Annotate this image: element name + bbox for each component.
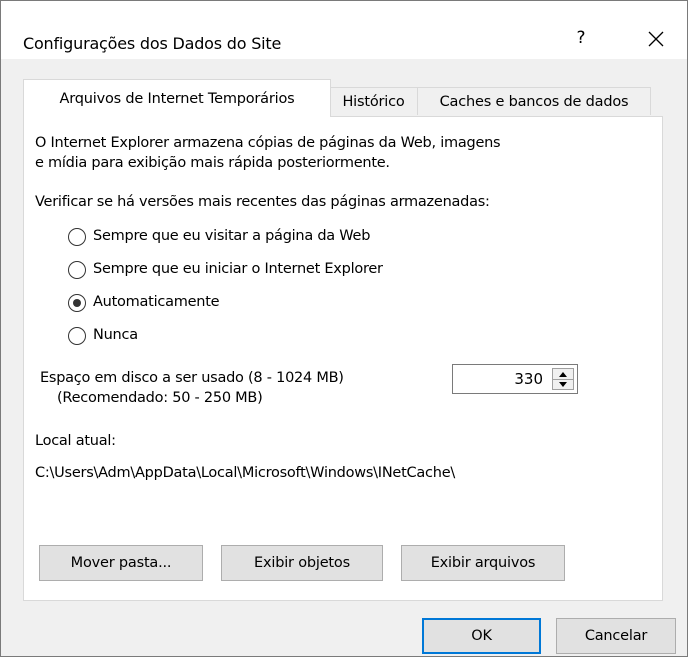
radio-button[interactable] [68,327,86,345]
move-folder-button[interactable]: Mover pasta... [39,545,203,581]
radio-label: Automaticamente [93,294,220,310]
radio-label: Sempre que eu visitar a página da Web [93,228,371,244]
spin-up-arrow-icon[interactable] [553,369,573,379]
cancel-button[interactable]: Cancelar [556,618,676,654]
spin-down-arrow-icon[interactable] [553,379,573,390]
view-files-button[interactable]: Exibir arquivos [401,545,565,581]
disk-space-value[interactable]: 330 [514,370,543,388]
tab-history[interactable]: Histórico [329,87,418,115]
ok-button[interactable]: OK [422,618,541,654]
radio-label: Nunca [93,327,138,343]
title-bar: Configurações dos Dados do Site ? [1,1,687,59]
current-location-label: Local atual: [35,433,116,449]
help-button[interactable]: ? [561,23,601,53]
disk-space-recommended: (Recomendado: 50 - 250 MB) [57,390,263,406]
radio-button[interactable] [68,261,86,279]
disk-space-spinbox[interactable]: 330 [452,364,578,394]
description-line-1: O Internet Explorer armazena cópias de p… [35,135,501,151]
check-versions-label: Verificar se há versões mais recentes da… [35,194,490,210]
tab-caches-databases[interactable]: Caches e bancos de dados [417,87,651,115]
radio-button[interactable] [68,228,86,246]
view-objects-button[interactable]: Exibir objetos [221,545,383,581]
disk-space-label: Espaço em disco a ser usado (8 - 1024 MB… [40,370,344,386]
current-location-path: C:\Users\Adm\AppData\Local\Microsoft\Win… [35,465,456,481]
dialog-title: Configurações dos Dados do Site [23,34,282,53]
radio-label: Sempre que eu iniciar o Internet Explore… [93,261,383,277]
tab-panel: O Internet Explorer armazena cópias de p… [23,116,663,601]
close-button[interactable] [631,23,681,53]
radio-button-checked[interactable] [68,294,86,312]
close-icon [648,31,664,47]
description-line-2: e mídia para exibição mais rápida poster… [35,155,390,171]
spin-buttons [552,368,574,390]
tab-temporary-files[interactable]: Arquivos de Internet Temporários [23,79,331,117]
site-data-settings-dialog: Configurações dos Dados do Site ? Arquiv… [0,0,688,657]
